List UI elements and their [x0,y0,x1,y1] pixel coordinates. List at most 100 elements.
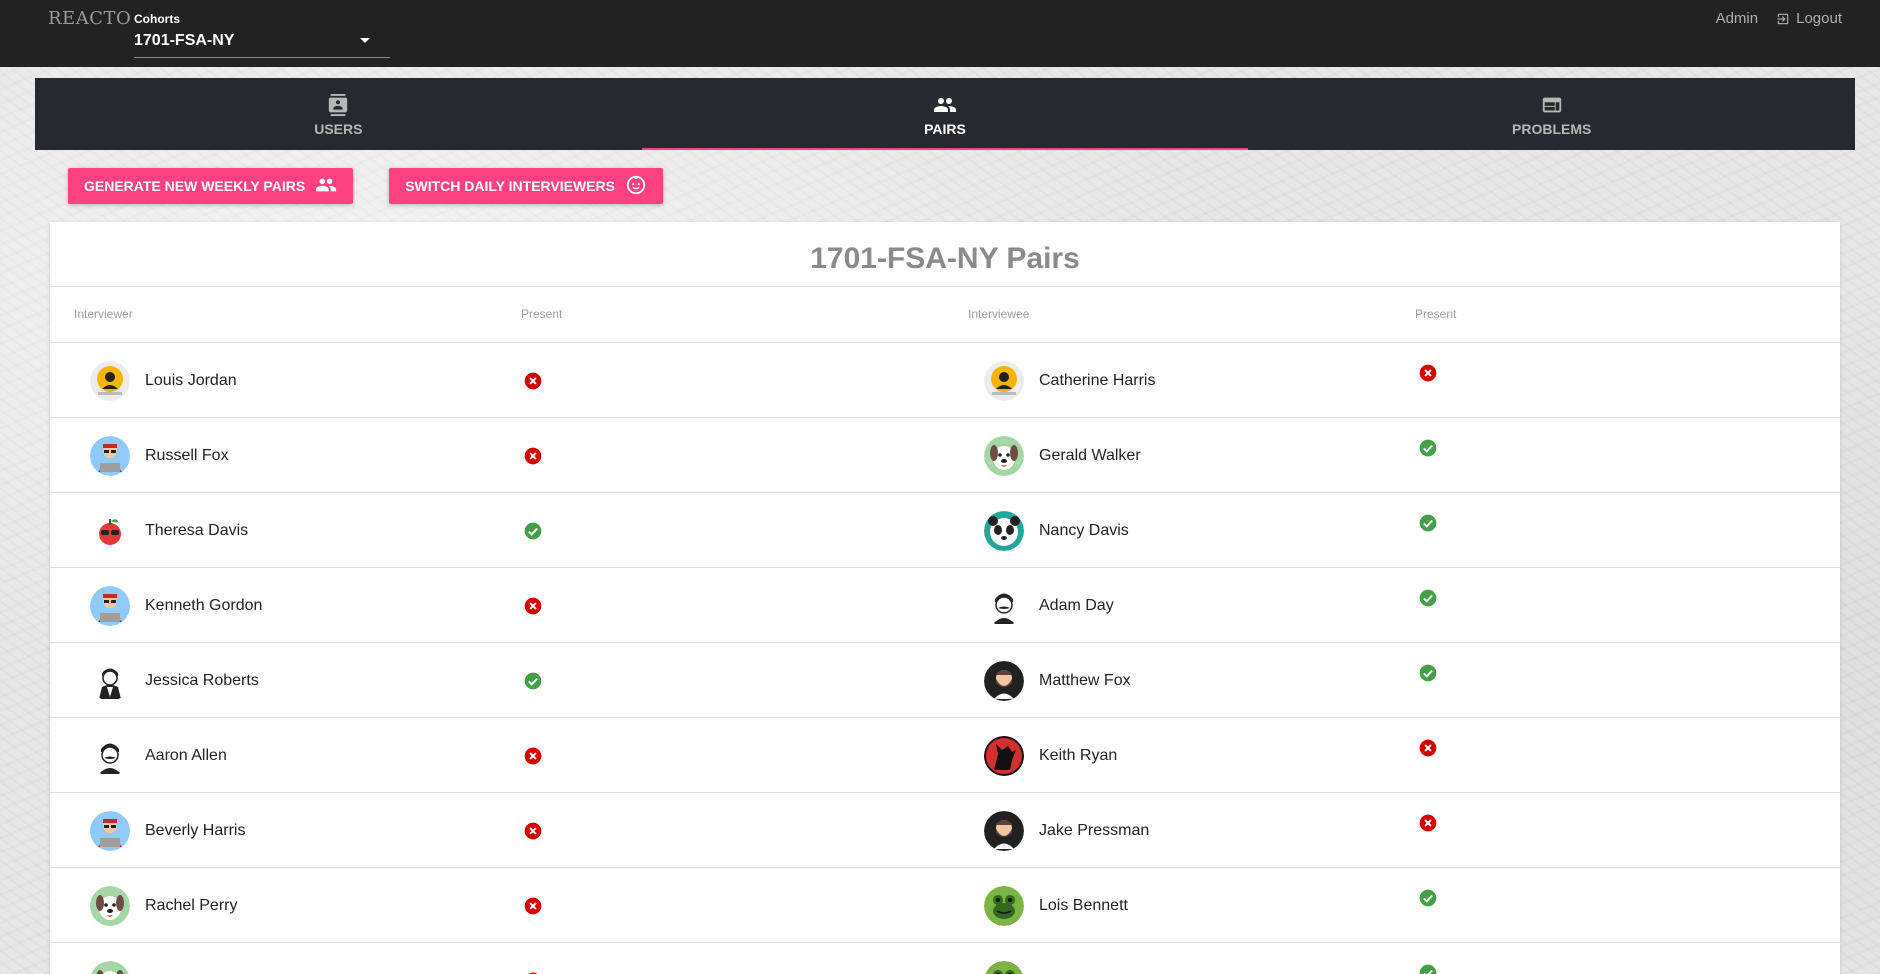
tab-problems[interactable]: PROBLEMS [1248,78,1855,150]
interviewee-name: Jake Pressman [1039,821,1150,839]
child-face-icon [625,174,647,199]
tab-users[interactable]: USERS [35,78,642,150]
avatar [90,810,130,851]
table-row [50,943,1840,974]
interviewee-present-cell [1418,718,1438,778]
avatar [984,435,1024,476]
interviewer-present-cell [523,568,543,643]
interviewee-name: Keith Ryan [1039,746,1118,764]
interviewee-present-cell [1418,493,1438,553]
brand-logo[interactable]: REACTO [48,8,131,29]
interviewer-present-cell [523,793,543,868]
table-row: Aaron Allen Keith Ryan [50,718,1840,793]
generate-weekly-pairs-button[interactable]: GENERATE NEW WEEKLY PAIRS [68,168,354,204]
cancel-circle-icon [523,971,543,974]
interviewer-name: Beverly Harris [145,821,246,839]
avatar [90,435,130,476]
interviewee-name: Catherine Harris [1039,371,1156,389]
interviewer-name: Russell Fox [145,446,229,464]
table-header: Interviewer Present Interviewee Present [50,287,1840,343]
interviewee-present-cell [1418,343,1438,403]
interviewer-name: Aaron Allen [145,746,227,764]
avatar [984,810,1024,851]
admin-link-label: Admin [1715,10,1759,27]
check-circle-icon [1418,438,1438,458]
avatar [984,660,1024,701]
logout-link-label: Logout [1796,10,1842,27]
app-header: REACTO Cohorts 1701-FSA-NY Admin Logout [0,0,1880,67]
tab-pairs-label: PAIRS [924,121,966,137]
cancel-circle-icon [523,896,543,916]
table-row: Beverly Harris Jake Pressman [50,793,1840,868]
avatar [90,660,130,701]
interviewee-cell: Matthew Fox [984,643,1131,718]
interviewer-cell: Aaron Allen [90,718,227,793]
interviewee-cell: Adam Day [984,568,1114,643]
interviewer-present-cell [523,718,543,793]
tab-pairs[interactable]: PAIRS [641,78,1249,150]
interviewee-present-cell [1418,418,1438,478]
admin-link[interactable]: Admin [1716,10,1759,27]
interviewer-present-cell [523,493,543,568]
check-circle-icon [1418,663,1438,683]
avatar [984,510,1024,551]
column-header-interviewee: Interviewee [968,307,1030,321]
interviewer-name: Kenneth Gordon [145,596,263,614]
interviewee-cell: Nancy Davis [984,493,1129,568]
table-row: Jessica Roberts Matthew Fox [50,643,1840,718]
cancel-circle-icon [523,371,543,391]
cancel-circle-icon [523,746,543,766]
cohort-selected-value: 1701-FSA-NY [134,32,235,49]
interviewer-cell: Louis Jordan [90,343,237,418]
pairs-table-body: Louis Jordan Catherine Harris Russell Fo… [50,343,1840,974]
cohort-select[interactable]: 1701-FSA-NY [134,30,390,58]
header-links: Admin Logout [1716,10,1842,27]
tab-problems-label: PROBLEMS [1512,121,1592,137]
interviewee-present-cell [1418,643,1438,703]
check-circle-icon [523,671,543,691]
interviewer-cell: Jessica Roberts [90,643,259,718]
column-header-interviewee-present: Present [1415,307,1457,321]
avatar [984,885,1024,926]
logout-link[interactable]: Logout [1776,10,1842,27]
interviewer-cell: Kenneth Gordon [90,568,262,643]
avatar [90,960,130,974]
logout-icon [1776,12,1790,26]
main-tabs: USERS PAIRS PROBLEMS [35,78,1855,150]
switch-daily-interviewers-button[interactable]: SWITCH DAILY INTERVIEWERS [389,168,663,204]
interviewer-present-cell [523,418,543,493]
interviewer-cell: Russell Fox [90,418,229,493]
table-row: Louis Jordan Catherine Harris [50,343,1840,418]
tab-users-label: USERS [314,121,363,137]
people-icon [315,174,337,199]
avatar [90,735,130,776]
interviewee-present-cell [1418,793,1438,853]
table-row: Kenneth Gordon Adam Day [50,568,1840,643]
interviewer-name: Jessica Roberts [145,671,259,689]
interviewer-present-cell [523,643,543,718]
avatar [984,585,1024,626]
interviewee-cell [984,943,1039,974]
user-card-icon [327,93,349,117]
cancel-circle-icon [523,596,543,616]
interviewee-name: Nancy Davis [1039,521,1129,539]
pairs-card: 1701-FSA-NY Pairs Interviewer Present In… [50,222,1840,974]
switch-daily-interviewers-label: SWITCH DAILY INTERVIEWERS [405,178,615,194]
cancel-circle-icon [523,446,543,466]
interviewer-name: Louis Jordan [145,371,237,389]
cancel-circle-icon [1418,363,1438,383]
interviewee-name: Lois Bennett [1039,896,1128,914]
check-circle-icon [1418,963,1438,974]
interviewer-cell: Theresa Davis [90,493,248,568]
generate-weekly-pairs-label: GENERATE NEW WEEKLY PAIRS [84,178,306,194]
interviewee-present-cell [1418,868,1438,928]
interviewee-present-cell [1418,568,1438,628]
interviewer-present-cell [523,943,543,974]
avatar [90,510,130,551]
pair-actions: GENERATE NEW WEEKLY PAIRS SWITCH DAILY I… [68,168,663,204]
avatar [984,735,1024,776]
table-row: Theresa Davis Nancy Davis [50,493,1840,568]
page-title: 1701-FSA-NY Pairs [50,222,1840,287]
check-circle-icon [1418,513,1438,533]
interviewee-name: Gerald Walker [1039,446,1141,464]
